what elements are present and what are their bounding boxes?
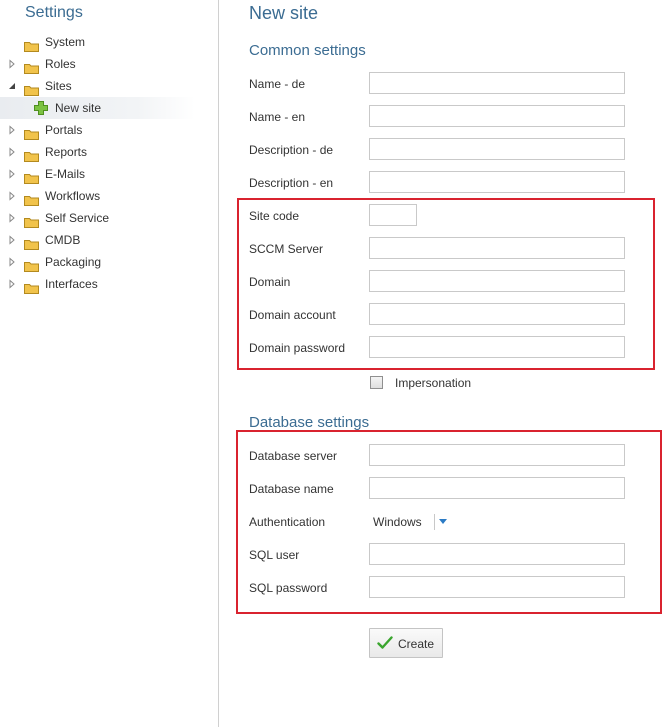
expand-arrow-icon[interactable]: [8, 163, 16, 185]
create-button[interactable]: Create: [369, 628, 443, 658]
new-site-form: New site Common settings Name - de Name …: [219, 0, 665, 727]
dropdown-arrow-icon[interactable]: [439, 519, 447, 524]
site-code-label: Site code: [249, 209, 300, 223]
folder-icon: [24, 213, 39, 228]
description-de-label: Description - de: [249, 143, 334, 157]
tree-item-label: Portals: [45, 123, 83, 137]
sql-password-label: SQL password: [249, 581, 328, 595]
authentication-label: Authentication: [249, 515, 326, 529]
database-name-label: Database name: [249, 482, 334, 496]
tree-item-label: Packaging: [45, 255, 102, 269]
tree-item-cmdb[interactable]: CMDB: [0, 229, 218, 251]
name-de-input[interactable]: [369, 72, 625, 94]
sql-password-input[interactable]: [369, 576, 625, 598]
database-server-label: Database server: [249, 449, 338, 463]
expand-arrow-icon[interactable]: [8, 207, 16, 229]
tree-item-portals[interactable]: Portals: [0, 119, 218, 141]
expand-arrow-icon[interactable]: [8, 141, 16, 163]
sql-user-label: SQL user: [249, 548, 300, 562]
tree-item-interfaces[interactable]: Interfaces: [0, 273, 218, 295]
tree-item-label: CMDB: [45, 233, 81, 247]
tree-item-label: Sites: [45, 79, 72, 93]
name-en-input[interactable]: [369, 105, 625, 127]
description-de-input[interactable]: [369, 138, 625, 160]
expand-arrow-icon[interactable]: [8, 53, 16, 75]
create-button-label: Create: [398, 637, 435, 651]
expand-arrow-icon[interactable]: [8, 229, 16, 251]
sql-user-input[interactable]: [369, 543, 625, 565]
database-server-input[interactable]: [369, 444, 625, 466]
settings-tree: System Roles Sites New site Portals Repo…: [0, 31, 218, 295]
database-name-input[interactable]: [369, 477, 625, 499]
select-divider: [434, 514, 435, 530]
tree-item-packaging[interactable]: Packaging: [0, 251, 218, 273]
domain-account-input[interactable]: [369, 303, 625, 325]
folder-icon: [24, 59, 39, 74]
tree-item-reports[interactable]: Reports: [0, 141, 218, 163]
sccm-server-input[interactable]: [369, 237, 625, 259]
tree-item-label: Reports: [45, 145, 88, 159]
checkmark-icon: [377, 636, 393, 650]
tree-item-label: Workflows: [45, 189, 101, 203]
expand-arrow-icon[interactable]: [8, 185, 16, 207]
domain-input[interactable]: [369, 270, 625, 292]
folder-icon: [24, 147, 39, 162]
folder-icon: [24, 169, 39, 184]
folder-icon: [24, 191, 39, 206]
sidebar-title: Settings: [25, 4, 83, 21]
tree-item-label: New site: [55, 101, 102, 115]
site-code-input[interactable]: [369, 204, 417, 226]
tree-item-system[interactable]: System: [0, 31, 218, 53]
page-title: New site: [249, 3, 319, 23]
domain-password-label: Domain password: [249, 341, 346, 355]
tree-item-label: Interfaces: [45, 277, 98, 291]
description-en-label: Description - en: [249, 176, 334, 190]
name-de-label: Name - de: [249, 77, 306, 91]
database-settings-heading: Database settings: [249, 414, 370, 431]
impersonation-checkbox[interactable]: [370, 376, 383, 389]
tree-item-label: System: [45, 35, 86, 49]
tree-item-label: E-Mails: [45, 167, 86, 181]
authentication-select[interactable]: Windows: [373, 515, 422, 529]
folder-icon: [24, 257, 39, 272]
folder-icon: [24, 279, 39, 294]
tree-item-new-site[interactable]: New site: [0, 97, 195, 119]
name-en-label: Name - en: [249, 110, 306, 124]
folder-icon: [24, 235, 39, 250]
domain-password-input[interactable]: [369, 336, 625, 358]
expand-arrow-icon[interactable]: [8, 273, 16, 295]
expand-arrow-icon[interactable]: [8, 119, 16, 141]
common-settings-heading: Common settings: [249, 42, 366, 59]
folder-icon: [24, 81, 39, 96]
expand-arrow-icon[interactable]: [8, 251, 16, 273]
domain-label: Domain: [249, 275, 291, 289]
sccm-server-label: SCCM Server: [249, 242, 324, 256]
tree-item-emails[interactable]: E-Mails: [0, 163, 218, 185]
folder-icon: [24, 125, 39, 140]
description-en-input[interactable]: [369, 171, 625, 193]
tree-item-self-service[interactable]: Self Service: [0, 207, 218, 229]
impersonation-label[interactable]: Impersonation: [395, 376, 471, 390]
tree-item-workflows[interactable]: Workflows: [0, 185, 218, 207]
tree-item-sites[interactable]: Sites: [0, 75, 218, 97]
folder-icon: [24, 37, 39, 52]
tree-item-label: Roles: [45, 57, 76, 71]
settings-sidebar: Settings System Roles Sites New site Por…: [0, 0, 219, 727]
add-plus-icon: [33, 100, 49, 116]
domain-account-label: Domain account: [249, 308, 336, 322]
tree-item-roles[interactable]: Roles: [0, 53, 218, 75]
tree-item-label: Self Service: [45, 211, 110, 225]
collapse-arrow-icon[interactable]: [8, 75, 16, 97]
